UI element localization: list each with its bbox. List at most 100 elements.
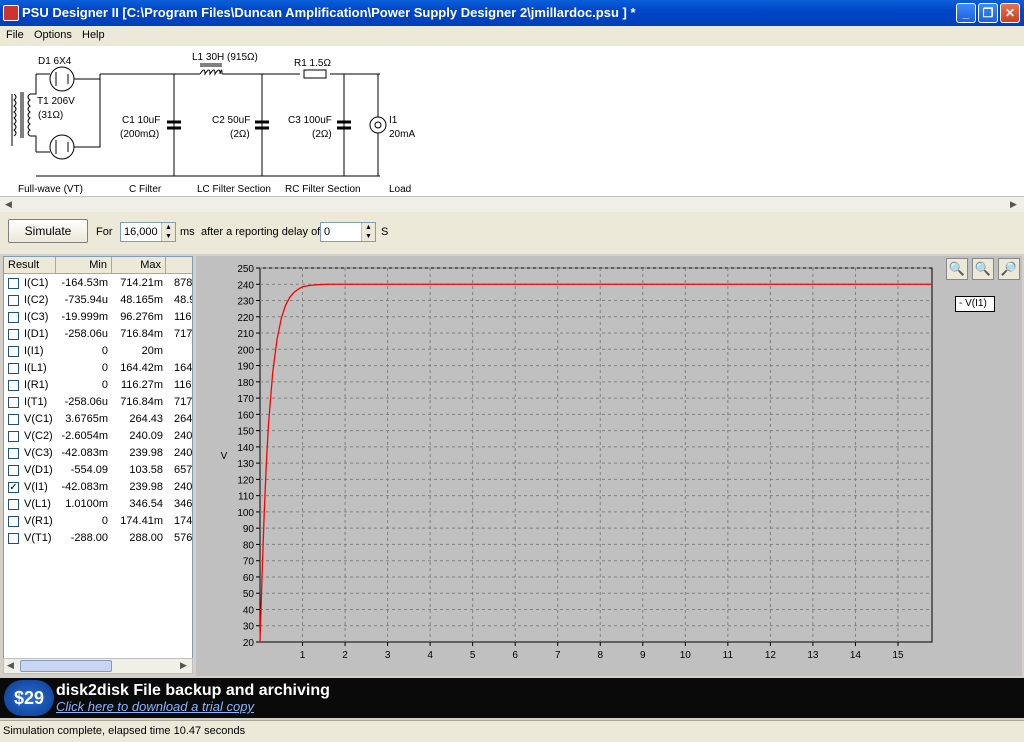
x-tick-label: 10 (680, 650, 692, 661)
row-max: 103.58 (129, 464, 163, 476)
row-checkbox[interactable] (8, 397, 19, 408)
zoom-reset-icon[interactable]: 🔎 (998, 258, 1020, 280)
scroll-left-icon[interactable]: ◀ (7, 660, 14, 671)
row-checkbox[interactable] (8, 363, 19, 374)
scroll-left-icon[interactable]: ◀ (5, 199, 12, 210)
for-label: For (96, 226, 113, 238)
row-checkbox[interactable] (8, 278, 19, 289)
row-min: 0 (101, 379, 108, 391)
row-checkbox[interactable] (8, 295, 19, 306)
table-row[interactable]: I(C1)-164.53m714.21m878. (4, 275, 192, 292)
row-checkbox[interactable]: ✓ (8, 482, 19, 493)
t1-label: T1 206V (37, 96, 75, 107)
results-list[interactable]: Result Min Max I(C1)-164.53m714.21m878.I… (3, 256, 193, 674)
row-checkbox[interactable] (8, 516, 19, 527)
row-extra: 576 (174, 532, 193, 544)
menu-options[interactable]: Options (34, 29, 72, 41)
duration-input[interactable]: 16,000 ▲ ▼ (120, 222, 176, 242)
row-min: -554.09 (70, 464, 108, 476)
column-min[interactable]: Min (56, 257, 112, 274)
chart-svg[interactable]: 1 2 3 4 5 6 7 8 9 10 11 12 13 14 152030405060708090100… (196, 256, 1022, 676)
table-row[interactable]: I(L1)0164.42m164. (4, 360, 193, 377)
price-badge: $29 (4, 680, 54, 716)
row-min: 3.6765m (65, 413, 108, 425)
scroll-right-icon[interactable]: ▶ (1010, 199, 1017, 210)
row-extra: 164. (174, 362, 193, 374)
y-tick-label: 100 (237, 508, 254, 519)
column-extra[interactable] (166, 257, 192, 274)
table-row[interactable]: I(D1)-258.06u716.84m717. (4, 326, 192, 343)
table-row[interactable]: V(C3) -42.083m 239.98 240 (4, 445, 193, 462)
delay-input[interactable]: 0 ▲ ▼ (320, 222, 376, 242)
row-min: 0 (101, 362, 108, 374)
c2-label: C2 50uF (212, 115, 250, 126)
row-checkbox[interactable] (8, 380, 19, 391)
y-tick-label: 30 (243, 622, 255, 633)
duration-stepper-icon[interactable]: ▲ ▼ (161, 223, 175, 241)
delay-stepper-icon[interactable]: ▲ ▼ (361, 223, 375, 241)
table-row[interactable]: I(I1) 0 20m (4, 343, 192, 360)
x-tick-label: 1 (300, 650, 306, 661)
row-checkbox[interactable] (8, 431, 19, 442)
scroll-thumb[interactable] (20, 660, 112, 672)
table-row[interactable]: I(C2)-735.94u48.165m48.9 (4, 292, 192, 309)
row-min: 0 (101, 515, 108, 527)
menu-help[interactable]: Help (82, 29, 105, 41)
y-tick-label: 60 (243, 573, 255, 584)
table-row[interactable]: I(R1) 0 116.27m 116. (4, 377, 192, 394)
chart-panel[interactable]: 1 2 3 4 5 6 7 8 9 10 11 12 13 14 15 20 30 40 50 60 70 80 90 100… (196, 256, 1022, 676)
column-result[interactable]: Result (4, 257, 56, 274)
ad-banner[interactable]: $29 disk2disk File backup and archiving … (0, 678, 1024, 718)
c3-label: C3 100uF (288, 115, 332, 126)
column-max[interactable]: Max (112, 257, 166, 274)
results-scrollbar[interactable]: ◀ ▶ (3, 658, 193, 674)
row-checkbox[interactable] (8, 533, 19, 544)
row-checkbox[interactable] (8, 329, 19, 340)
row-checkbox[interactable] (8, 448, 19, 459)
maximize-button[interactable]: ❐ (978, 3, 998, 23)
row-checkbox[interactable] (8, 312, 19, 323)
current-source-icon (369, 116, 387, 134)
row-checkbox[interactable] (8, 414, 19, 425)
table-row[interactable]: V(D1) -554.09 103.58 657 (4, 462, 192, 479)
x-tick-label: 6 (512, 650, 518, 661)
simulate-button[interactable]: Simulate (8, 219, 88, 243)
row-extra: 264 (174, 413, 193, 425)
scroll-right-icon[interactable]: ▶ (180, 660, 187, 671)
banner-link[interactable]: Click here to download a trial copy (56, 699, 254, 714)
simulation-toolbar: Simulate For 16,000 ▲ ▼ ms after a report… (0, 212, 1024, 254)
zoom-in-icon[interactable]: 🔍 (946, 258, 968, 280)
duration-value: 16,000 (124, 226, 158, 238)
table-row[interactable]: V(C1) 3.6765m 264.43 264 (4, 411, 193, 428)
schematic-canvas[interactable]: D1 6X4 T1 206V (31Ω) L1 30H (915Ω) R1 1.… (0, 46, 1024, 196)
delay-label: after a reporting delay of (201, 226, 321, 238)
table-row[interactable]: V(T1) -288.00 288.00 576 (4, 530, 193, 547)
row-checkbox[interactable] (8, 499, 19, 510)
minimize-button[interactable]: _ (956, 3, 976, 23)
plot-area (259, 267, 933, 643)
row-checkbox[interactable] (8, 465, 19, 476)
table-row[interactable]: V(C2) -2.6054m 240.09 240 (4, 428, 192, 445)
row-checkbox[interactable] (8, 346, 19, 357)
chart-legend: - V(I1) (955, 296, 995, 312)
table-row[interactable]: V(L1) 1.0100m 346.54 346 (4, 496, 192, 513)
table-row[interactable]: I(T1)-258.06u716.84m717. (4, 394, 192, 411)
y-tick-label: 180 (237, 378, 254, 389)
row-extra: 240 (174, 447, 193, 459)
row-min: -2.6054m (61, 430, 108, 442)
row-extra: 240 (174, 481, 193, 493)
table-row[interactable]: V(R1)0174.41m174. (4, 513, 192, 530)
menu-file[interactable]: File (6, 29, 24, 41)
y-tick-label: 170 (237, 394, 254, 405)
row-extra: 48.9 (174, 294, 192, 306)
row-max: 240.09 (129, 430, 163, 442)
row-max: 714.21m (120, 277, 163, 289)
table-row[interactable]: ✓ V(I1) -42.083m 239.98 240 (4, 479, 193, 496)
y-tick-label: 110 (238, 492, 254, 503)
table-row[interactable]: I(C3) -19.999m 96.276m 116. (4, 309, 192, 326)
schematic-scrollbar[interactable]: ◀ ▶ (0, 196, 1024, 212)
row-min: -735.94u (64, 294, 108, 306)
zoom-out-icon[interactable]: 🔍 (972, 258, 994, 280)
close-button[interactable]: ✕ (1000, 3, 1020, 23)
delay-value: 0 (324, 226, 331, 238)
